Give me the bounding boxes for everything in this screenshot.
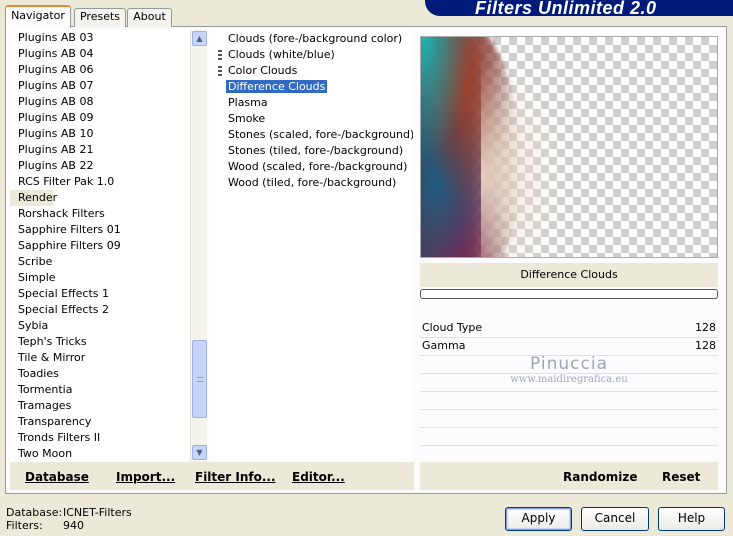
scroll-thumb[interactable] (192, 340, 207, 418)
category-item[interactable]: Tormentia (10, 382, 190, 398)
param-value: 128 (695, 321, 716, 334)
param-empty-row (420, 428, 718, 446)
tab-presets[interactable]: Presets (74, 8, 126, 27)
filter-item-label: Difference Clouds (226, 80, 328, 93)
filter-item[interactable]: Smoke (215, 111, 413, 127)
category-item[interactable]: Special Effects 1 (10, 286, 190, 302)
category-item[interactable]: Sapphire Filters 09 (10, 238, 190, 254)
category-item[interactable]: Scribe (10, 254, 190, 270)
filter-item[interactable]: Wood (scaled, fore-/background) (215, 159, 413, 175)
category-item[interactable]: Two Moon (10, 446, 190, 462)
category-item[interactable]: Tile & Mirror (10, 350, 190, 366)
chevron-down-icon: ▼ (196, 448, 203, 457)
database-value: ICNET-Filters (63, 506, 132, 519)
category-item[interactable]: Plugins AB 06 (10, 62, 190, 78)
filters-count: 940 (63, 519, 84, 532)
filter-item-label: Stones (tiled, fore-/background) (228, 144, 404, 157)
filter-item[interactable]: Clouds (white/blue) (215, 47, 413, 63)
database-label: Database: (6, 506, 63, 519)
navigator-toolbar: Database Import... Filter Info... Editor… (10, 462, 414, 490)
filters-unlimited-window: Filters Unlimited 2.0 Navigator Presets … (0, 0, 733, 536)
preview-image (420, 36, 718, 258)
filter-item[interactable]: Stones (tiled, fore-/background) (215, 143, 413, 159)
grip-icon (197, 377, 203, 382)
filter-item-label: Wood (scaled, fore-/background) (228, 160, 408, 173)
param-empty-row (420, 410, 718, 428)
category-item[interactable]: Sapphire Filters 01 (10, 222, 190, 238)
filter-item[interactable]: Clouds (fore-/background color) (215, 31, 413, 47)
filter-item[interactable]: Difference Clouds (215, 79, 413, 95)
param-empty-row (420, 374, 718, 392)
filter-item[interactable]: Stones (scaled, fore-/background) (215, 127, 413, 143)
progress-bar (420, 289, 718, 299)
category-item[interactable]: Toadies (10, 366, 190, 382)
category-item[interactable]: Render (10, 190, 57, 206)
app-title: Filters Unlimited 2.0 (475, 0, 657, 18)
category-item[interactable]: Plugins AB 04 (10, 46, 190, 62)
filter-item-label: Plasma (228, 96, 268, 109)
category-item[interactable]: RCS Filter Pak 1.0 (10, 174, 190, 190)
category-item[interactable]: Plugins AB 08 (10, 94, 190, 110)
param-cloud-type[interactable]: Cloud Type 128 (420, 320, 718, 338)
apply-button[interactable]: Apply (505, 507, 572, 531)
filter-item-label: Clouds (white/blue) (228, 48, 335, 61)
filter-item-label: Stones (scaled, fore-/background) (228, 128, 413, 141)
reset-button[interactable]: Reset (662, 470, 700, 484)
status-area: Database: ICNET-Filters Filters: 940 (6, 506, 132, 532)
category-item[interactable]: Teph's Tricks (10, 334, 190, 350)
category-item[interactable]: Plugins AB 22 (10, 158, 190, 174)
drag-grip-icon (218, 50, 222, 60)
param-label: Cloud Type (422, 321, 483, 334)
preview-glow (481, 57, 561, 257)
parameter-toolbar: Randomize Reset (420, 462, 718, 490)
editor-button[interactable]: Editor... (292, 470, 345, 484)
selected-filter-name: Difference Clouds (420, 263, 718, 287)
filter-item[interactable]: Color Clouds (215, 63, 413, 79)
tab-navigator[interactable]: Navigator (5, 5, 71, 28)
category-item[interactable]: Sybia (10, 318, 190, 334)
category-item[interactable]: Special Effects 2 (10, 302, 190, 318)
category-item[interactable]: Plugins AB 03 (10, 30, 190, 46)
parameter-panel: Cloud Type 128 Gamma 128 (420, 320, 718, 464)
category-item[interactable]: Simple (10, 270, 190, 286)
tab-about[interactable]: About (127, 8, 172, 27)
param-value: 128 (695, 339, 716, 352)
filter-item-label: Color Clouds (228, 64, 298, 77)
filter-list[interactable]: Clouds (fore-/background color) Clouds (w… (215, 30, 413, 462)
category-item[interactable]: Plugins AB 10 (10, 126, 190, 142)
help-button[interactable]: Help (658, 507, 725, 531)
filters-label: Filters: (6, 519, 43, 532)
filter-item-label: Smoke (228, 112, 266, 125)
database-button[interactable]: Database (25, 470, 89, 484)
scroll-up-button[interactable]: ▲ (192, 31, 207, 46)
param-empty-row (420, 356, 718, 374)
category-item[interactable]: Tramages (10, 398, 190, 414)
category-item[interactable]: Plugins AB 07 (10, 78, 190, 94)
category-scrollbar[interactable]: ▲ ▼ (190, 30, 207, 462)
category-item[interactable]: Rorshack Filters (10, 206, 190, 222)
param-gamma[interactable]: Gamma 128 (420, 338, 718, 356)
filter-info-button[interactable]: Filter Info... (195, 470, 276, 484)
filter-item[interactable]: Wood (tiled, fore-/background) (215, 175, 413, 191)
category-item[interactable]: Tronds Filters II (10, 430, 190, 446)
cancel-button[interactable]: Cancel (581, 507, 649, 531)
chevron-up-icon: ▲ (196, 34, 203, 43)
category-item[interactable]: Transparency (10, 414, 190, 430)
category-item[interactable]: Plugins AB 21 (10, 142, 190, 158)
param-empty-row (420, 392, 718, 410)
category-list[interactable]: Plugins AB 03 Plugins AB 04 Plugins AB 06 P… (10, 30, 190, 462)
randomize-button[interactable]: Randomize (563, 470, 637, 484)
app-title-banner: Filters Unlimited 2.0 (425, 0, 733, 18)
filter-item[interactable]: Plasma (215, 95, 413, 111)
import-button[interactable]: Import... (116, 470, 175, 484)
scroll-down-button[interactable]: ▼ (192, 445, 207, 460)
category-item[interactable]: Plugins AB 09 (10, 110, 190, 126)
filter-item-label: Clouds (fore-/background color) (228, 32, 403, 45)
filter-item-label: Wood (tiled, fore-/background) (228, 176, 397, 189)
drag-grip-icon (218, 66, 222, 76)
param-label: Gamma (422, 339, 466, 352)
